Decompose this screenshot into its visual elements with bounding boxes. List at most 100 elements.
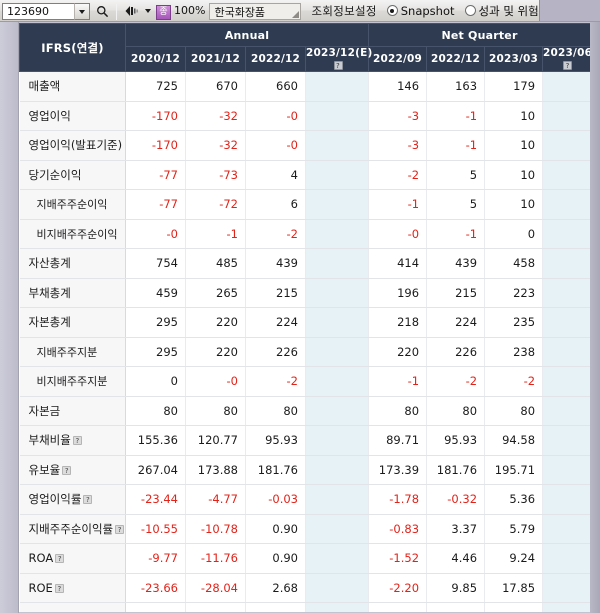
table-row[interactable]: 영업이익 -170 -32 -0 -3 -1 10 [19, 101, 590, 131]
company-name-field[interactable]: 한국화장품 [209, 3, 302, 20]
cell-value [542, 278, 590, 308]
cell-value: 215 [426, 278, 486, 308]
code-search-group: 123690 [0, 0, 153, 21]
row-label-text: 지배주주지분 [36, 345, 98, 359]
table-row[interactable]: 유보율? 267.04 173.88 181.76 173.39 181.76 195.71 [19, 455, 590, 485]
radio-snapshot[interactable]: Snapshot [386, 4, 455, 18]
help-icon[interactable]: ? [563, 60, 573, 70]
table-row[interactable]: 자본금 80 80 80 80 80 80 [19, 396, 590, 426]
table-row[interactable]: ROE? -23.66 -28.04 2.68 -2.20 9.85 17.85 [19, 573, 590, 603]
table-row[interactable]: 자본총계 295 220 224 218 224 235 [19, 307, 590, 338]
cell-value: 95.93 [426, 425, 486, 456]
table-row[interactable]: 부채비율? 155.36 120.77 95.93 89.71 95.93 94.58 [19, 425, 590, 456]
cell-value: -73 [185, 160, 246, 190]
table-row[interactable]: 비지배주주순이익 -0 -1 -2 -0 -1 0 [19, 219, 590, 249]
help-icon[interactable]: ? [55, 554, 65, 564]
cell-value [542, 307, 590, 338]
stock-code-dropdown-button[interactable] [74, 3, 90, 20]
cell-value: -0 [185, 366, 246, 397]
row-label-text: 영업이익률 [28, 492, 82, 507]
cell-value [542, 189, 590, 220]
table-row[interactable]: 매출액 725 670 660 146 163 179 [19, 71, 590, 102]
cell-value [542, 396, 590, 426]
cell-value: -170 [125, 130, 186, 161]
table-row[interactable]: 비지배주주지분 0 -0 -2 -1 -2 -2 [19, 366, 590, 397]
table-row[interactable]: EPS?(원)-476-44937 -83464 [19, 602, 590, 612]
search-button[interactable] [92, 2, 113, 21]
cell-value: 295 [125, 337, 186, 367]
cell-value: -2 [368, 160, 428, 190]
cell-value: 265 [185, 278, 246, 308]
header-group-annual: Annual [124, 23, 370, 47]
row-label: 영업이익(발표기준) [19, 130, 126, 161]
cell-value: 17.85 [484, 573, 544, 603]
navigate-dropdown-button[interactable] [142, 2, 153, 21]
cell-value: -8 [368, 602, 428, 612]
row-label: 자본총계 [19, 307, 126, 338]
cell-value: 0 [125, 366, 186, 397]
table-row[interactable]: 영업이익률? -23.44 -4.77 -0.03 -1.78 -0.32 5.36 [19, 484, 590, 515]
cell-value: 80 [484, 396, 544, 426]
cell-value [542, 160, 590, 190]
cell-value: 179 [484, 71, 544, 102]
cell-value [305, 514, 370, 544]
cell-value: 5 [426, 160, 486, 190]
header-period-202312E: 2023/12(E)? [304, 46, 372, 72]
table-row[interactable]: ROA? -9.77 -11.76 0.90 -1.52 4.46 9.24 [19, 543, 590, 574]
cell-value: 34 [426, 602, 486, 612]
row-label-text: ROE [28, 580, 53, 595]
cell-value: 215 [245, 278, 306, 308]
cell-value: -3 [368, 130, 428, 161]
query-info-settings-link[interactable]: 조회정보설정 [311, 0, 376, 21]
cell-value: -0 [368, 219, 428, 249]
table-row[interactable]: 지배주주순이익률? -10.55 -10.78 0.90 -0.83 3.37 5.79 [19, 514, 590, 544]
cell-value: -449 [185, 602, 246, 612]
cell-value: 196 [368, 278, 428, 308]
resize-grip-icon[interactable] [292, 11, 300, 18]
row-label: ROE? [19, 573, 126, 603]
header-period-202012: 2020/12 [125, 46, 186, 72]
cell-value: 238 [484, 337, 544, 367]
stock-code-input[interactable]: 123690 [2, 3, 74, 20]
help-icon[interactable]: ? [54, 583, 64, 593]
table-row[interactable]: 부채총계 459 265 215 196 215 223 [19, 278, 590, 308]
company-name-label: 한국화장품 [214, 5, 266, 19]
row-label-text: 지배주주순이익률 [28, 521, 114, 536]
table-row[interactable]: 지배주주순이익 -77 -72 6 -1 5 10 [19, 189, 590, 220]
help-icon[interactable]: ? [72, 436, 82, 446]
table-row[interactable]: 당기순이익 -77 -73 4 -2 5 10 [19, 160, 590, 190]
help-icon[interactable]: ? [115, 524, 125, 534]
row-label: EPS?(원) [19, 602, 126, 612]
row-label: 당기순이익 [19, 160, 126, 190]
row-label: 부채총계 [19, 278, 126, 308]
cell-value: -28.04 [185, 573, 246, 603]
cell-value: 295 [125, 307, 186, 338]
cell-value: 5 [426, 189, 486, 220]
cell-value: 80 [125, 396, 186, 426]
cell-value: 10 [484, 160, 544, 190]
cell-value: 120.77 [185, 425, 246, 456]
header-period-202112: 2021/12 [185, 46, 246, 72]
table-row[interactable]: 영업이익(발표기준) -170 -32 -0 -3 -1 10 [19, 130, 590, 161]
zoom-level-label: 100% [174, 4, 206, 17]
cell-value: -23.66 [125, 573, 186, 603]
cell-value [305, 396, 370, 426]
cell-value: 0 [484, 219, 544, 249]
table-row[interactable]: 지배주주지분 295 220 226 220 226 238 [19, 337, 590, 367]
row-label-text: 유보율 [28, 462, 61, 477]
radio-performance-risk[interactable]: 성과 및 위험 [464, 3, 539, 19]
cell-value [542, 484, 590, 515]
navigate-back-button[interactable] [121, 2, 142, 21]
cell-value: -72 [185, 189, 246, 220]
table-row[interactable]: 자산총계 754 485 439 414 439 458 [19, 248, 590, 279]
cell-value: 2.68 [245, 573, 306, 603]
help-icon[interactable]: ? [83, 495, 93, 505]
cell-value [305, 248, 370, 279]
cell-value: 163 [426, 71, 486, 102]
row-label: 자산총계 [19, 248, 126, 279]
header-period-202212: 2022/12 [245, 46, 306, 72]
right-scroll-gutter[interactable] [590, 22, 600, 613]
row-label: 영업이익률? [19, 484, 126, 515]
help-icon[interactable]: ? [62, 465, 72, 475]
help-icon[interactable]: ? [333, 60, 343, 70]
